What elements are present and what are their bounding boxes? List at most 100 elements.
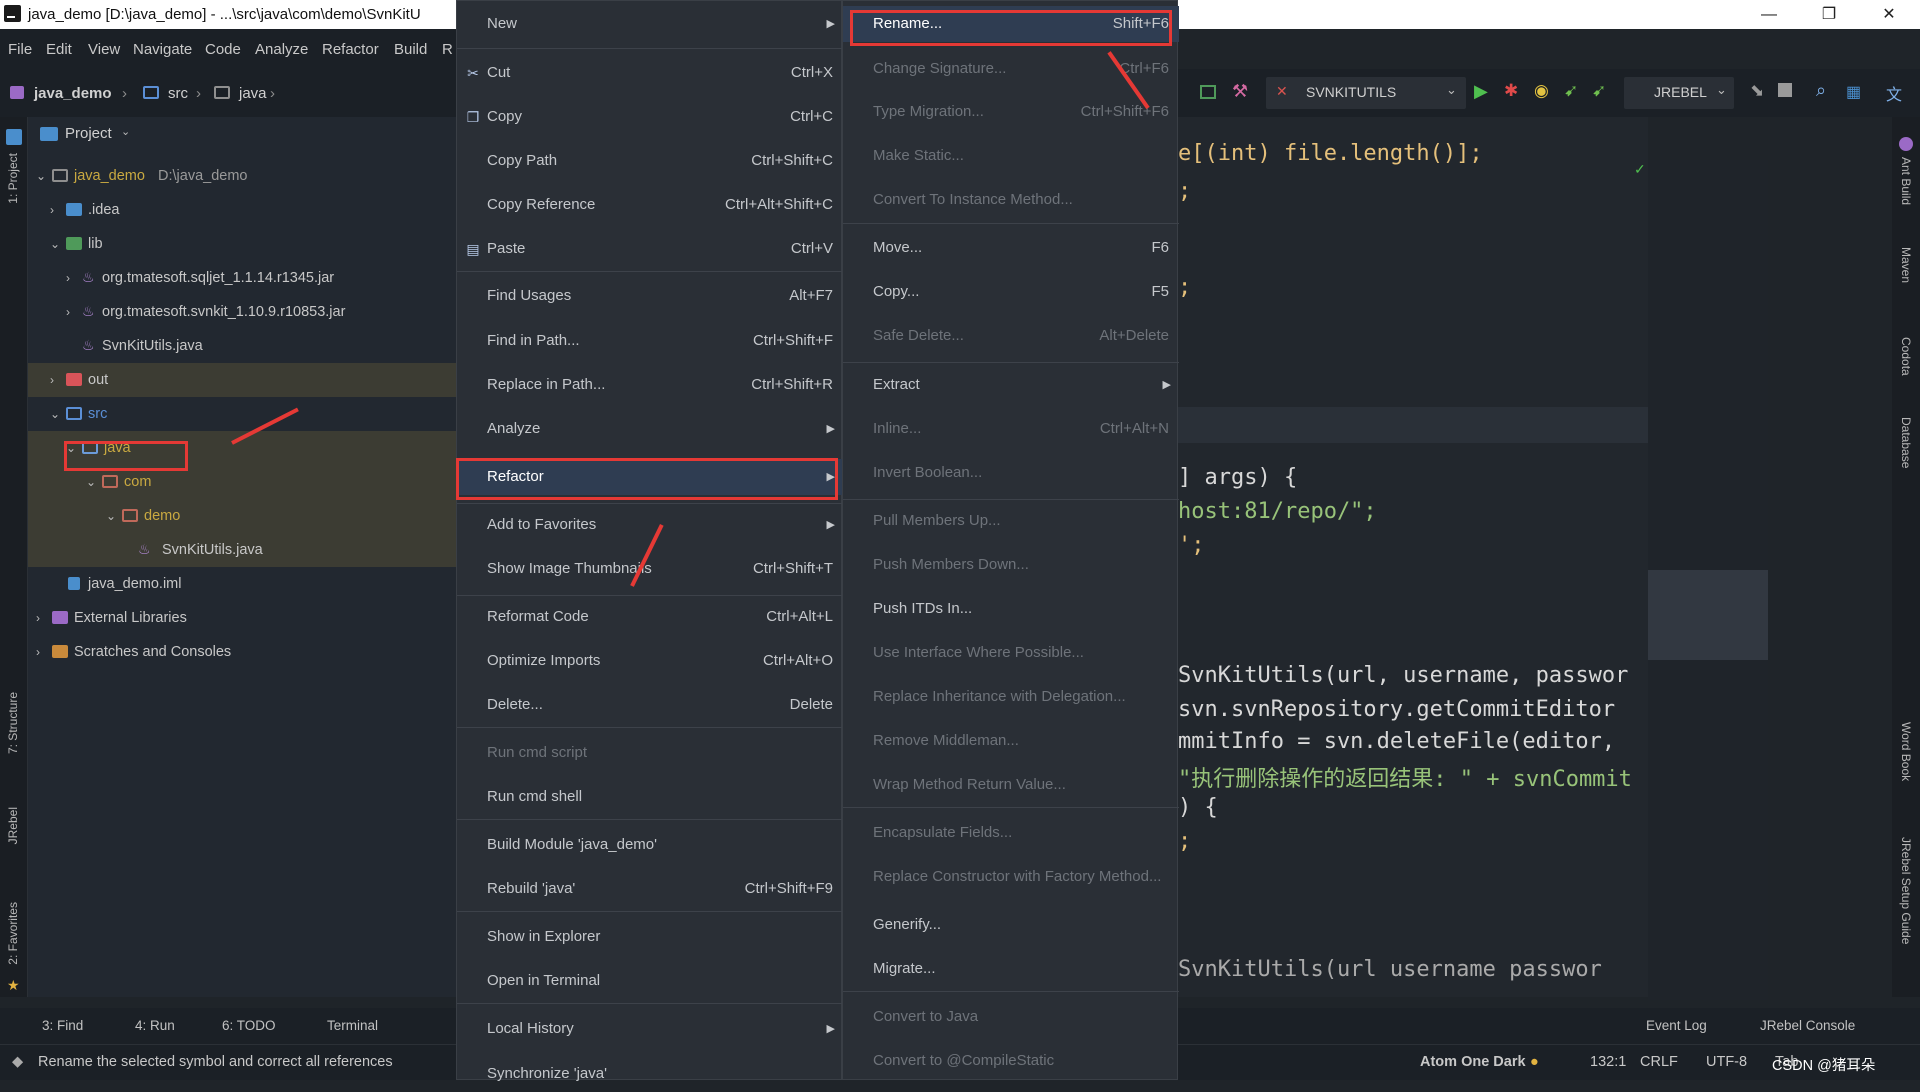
search-icon[interactable]: ⌕ <box>1816 80 1826 101</box>
expand-arrow-icon[interactable]: ⌄ <box>50 227 60 261</box>
build-icon[interactable]: ⬊ <box>1750 81 1764 101</box>
refactor-menu-item-remove-middleman[interactable]: Remove Middleman... <box>843 723 1179 759</box>
favorites-tool-button[interactable]: 2: Favorites <box>6 902 20 965</box>
context-menu-item-show-in-explorer[interactable]: Show in Explorer <box>457 919 843 955</box>
tree-item-out[interactable]: › out <box>28 363 456 397</box>
refactor-menu-item-type-migration[interactable]: Type Migration... Ctrl+Shift+F6 <box>843 94 1179 130</box>
todo-tool-button[interactable]: 6: TODO <box>222 1018 276 1033</box>
event-log-button[interactable]: Event Log <box>1646 1018 1707 1033</box>
project-tool-button[interactable]: 1: Project <box>6 153 20 204</box>
refactor-menu-item-push-members-down[interactable]: Push Members Down... <box>843 547 1179 583</box>
refactor-menu-item-pull-members-up[interactable]: Pull Members Up... <box>843 503 1179 539</box>
context-menu-item-new[interactable]: New ▶ <box>457 6 843 42</box>
refactor-menu-item-replace-inheritance-with-delegation[interactable]: Replace Inheritance with Delegation... <box>843 679 1179 715</box>
expand-arrow-icon[interactable]: ⌄ <box>50 397 60 431</box>
context-menu-item-local-history[interactable]: Local History ▶ <box>457 1011 843 1047</box>
status-layers-icon[interactable]: ◆ <box>12 1054 23 1070</box>
project-structure-icon[interactable]: ▦ <box>1846 82 1861 102</box>
refactor-menu-item-convert-to-compilestatic[interactable]: Convert to @CompileStatic <box>843 1043 1179 1079</box>
context-menu-item-delete[interactable]: Delete... Delete <box>457 687 843 723</box>
find-tool-button[interactable]: 3: Find <box>42 1018 83 1033</box>
context-menu-item-show-image-thumbnails[interactable]: Show Image Thumbnails Ctrl+Shift+T <box>457 551 843 587</box>
jrebel-setup-guide-button[interactable]: JRebel Setup Guide <box>1899 837 1913 944</box>
context-menu-item-cut[interactable]: ✂ Cut Ctrl+X <box>457 55 843 91</box>
jrebel-console-button[interactable]: JRebel Console <box>1760 1018 1855 1033</box>
refactor-menu-item-safe-delete[interactable]: Safe Delete... Alt+Delete <box>843 318 1179 354</box>
file-encoding[interactable]: UTF-8 <box>1706 1054 1747 1070</box>
breadcrumb-src[interactable]: src <box>168 85 188 102</box>
tree-item-svnkit-jar[interactable]: › ♨ org.tmatesoft.svnkit_1.10.9.r10853.j… <box>28 295 456 329</box>
tree-item-sqljet-jar[interactable]: › ♨ org.tmatesoft.sqljet_1.1.14.r1345.ja… <box>28 261 456 295</box>
context-menu-item-copy[interactable]: ❐ Copy Ctrl+C <box>457 99 843 135</box>
terminal-tool-button[interactable]: Terminal <box>327 1018 378 1033</box>
structure-tool-button[interactable]: 7: Structure <box>6 692 20 754</box>
code-minimap[interactable] <box>1648 160 1768 1000</box>
breadcrumb-java[interactable]: java <box>239 85 267 102</box>
jrebel-debug-icon[interactable]: ➹ <box>1592 81 1606 101</box>
context-menu-item-build-module-java-demo[interactable]: Build Module 'java_demo' <box>457 827 843 863</box>
build-hammer-icon[interactable]: ⚒ <box>1232 81 1248 102</box>
tree-item-svnkitutils-lib[interactable]: ♨ SvnKitUtils.java <box>28 329 456 363</box>
expand-arrow-icon[interactable]: ⌄ <box>106 499 116 533</box>
refactor-menu-item-convert-to-instance-method[interactable]: Convert To Instance Method... <box>843 182 1179 218</box>
refactor-menu-item-use-interface-where-possible[interactable]: Use Interface Where Possible... <box>843 635 1179 671</box>
theme-indicator[interactable]: Atom One Dark <box>1420 1054 1526 1070</box>
jrebel-selector[interactable]: JREBEL ⌄ <box>1624 77 1734 109</box>
chevron-down-icon[interactable]: ⌄ <box>121 125 130 138</box>
collapse-arrow-icon[interactable]: › <box>36 601 40 635</box>
jrebel-run-icon[interactable]: ➹ <box>1564 81 1578 101</box>
context-menu-item-replace-in-path[interactable]: Replace in Path... Ctrl+Shift+R <box>457 367 843 403</box>
tree-item-java-demo[interactable]: ⌄ java_demo D:\java_demo <box>28 159 456 193</box>
menu-run[interactable]: R <box>442 41 453 58</box>
refactor-menu-item-move[interactable]: Move... F6 <box>843 230 1179 266</box>
tree-item-idea[interactable]: › .idea <box>28 193 456 227</box>
minimize-button[interactable]: — <box>1746 0 1792 29</box>
refactor-menu-item-inline[interactable]: Inline... Ctrl+Alt+N <box>843 411 1179 447</box>
collapse-arrow-icon[interactable]: › <box>50 193 54 227</box>
menu-code[interactable]: Code <box>205 41 241 58</box>
context-menu-item-find-in-path[interactable]: Find in Path... Ctrl+Shift+F <box>457 323 843 359</box>
menu-view[interactable]: View <box>88 41 120 58</box>
ant-build-tool-button[interactable]: Ant Build <box>1899 157 1913 205</box>
refactor-menu-item-encapsulate-fields[interactable]: Encapsulate Fields... <box>843 815 1179 851</box>
close-button[interactable]: ✕ <box>1866 0 1912 29</box>
context-menu-item-add-to-favorites[interactable]: Add to Favorites ▶ <box>457 507 843 543</box>
run-config-selector[interactable]: ✕ SVNKITUTILS ⌄ <box>1266 77 1466 109</box>
code-editor[interactable]: e[(int) file.length()]; ; ; ] args) { ho… <box>1178 117 1648 997</box>
collapse-arrow-icon[interactable]: › <box>66 261 70 295</box>
collapse-arrow-icon[interactable]: › <box>66 295 70 329</box>
tree-item-src[interactable]: ⌄ src <box>28 397 456 431</box>
context-menu-item-find-usages[interactable]: Find Usages Alt+F7 <box>457 278 843 314</box>
context-menu-item-run-cmd-script[interactable]: Run cmd script <box>457 735 843 771</box>
context-menu-item-analyze[interactable]: Analyze ▶ <box>457 411 843 447</box>
tree-item-scratches[interactable]: › Scratches and Consoles <box>28 635 456 669</box>
collapse-arrow-icon[interactable]: › <box>36 635 40 669</box>
stop-icon[interactable] <box>1778 83 1792 97</box>
word-book-tool-button[interactable]: Word Book <box>1899 722 1913 781</box>
tree-item-svnkitutils-src[interactable]: ♨ SvnKitUtils.java <box>28 533 456 567</box>
menu-analyze[interactable]: Analyze <box>255 41 308 58</box>
maximize-button[interactable]: ❐ <box>1806 0 1852 29</box>
refactor-menu-item-make-static[interactable]: Make Static... <box>843 138 1179 174</box>
translate-icon[interactable]: 文 <box>1886 81 1902 105</box>
expand-arrow-icon[interactable]: ⌄ <box>36 159 46 193</box>
breadcrumb-java-demo[interactable]: java_demo <box>34 85 112 102</box>
refactor-menu-item-generify[interactable]: Generify... <box>843 907 1179 943</box>
menu-refactor[interactable]: Refactor <box>322 41 379 58</box>
jrebel-tool-button[interactable]: JRebel <box>6 807 20 844</box>
project-view-selector[interactable]: Project <box>65 125 112 142</box>
refactor-menu-item-copy[interactable]: Copy... F5 <box>843 274 1179 310</box>
tree-item-demo[interactable]: ⌄ demo <box>28 499 456 533</box>
context-menu-item-reformat-code[interactable]: Reformat Code Ctrl+Alt+L <box>457 599 843 635</box>
database-tool-button[interactable]: Database <box>1899 417 1913 468</box>
run-tool-button[interactable]: 4: Run <box>135 1018 175 1033</box>
maven-tool-button[interactable]: Maven <box>1899 247 1913 283</box>
menu-build[interactable]: Build <box>394 41 427 58</box>
run-icon[interactable]: ▶ <box>1474 81 1488 102</box>
context-menu-item-run-cmd-shell[interactable]: Run cmd shell <box>457 779 843 815</box>
context-menu-item-optimize-imports[interactable]: Optimize Imports Ctrl+Alt+O <box>457 643 843 679</box>
caret-position[interactable]: 132:1 <box>1590 1054 1626 1070</box>
menu-file[interactable]: File <box>8 41 32 58</box>
refactor-menu-item-invert-boolean[interactable]: Invert Boolean... <box>843 455 1179 491</box>
refactor-menu-item-push-itds-in[interactable]: Push ITDs In... <box>843 591 1179 627</box>
